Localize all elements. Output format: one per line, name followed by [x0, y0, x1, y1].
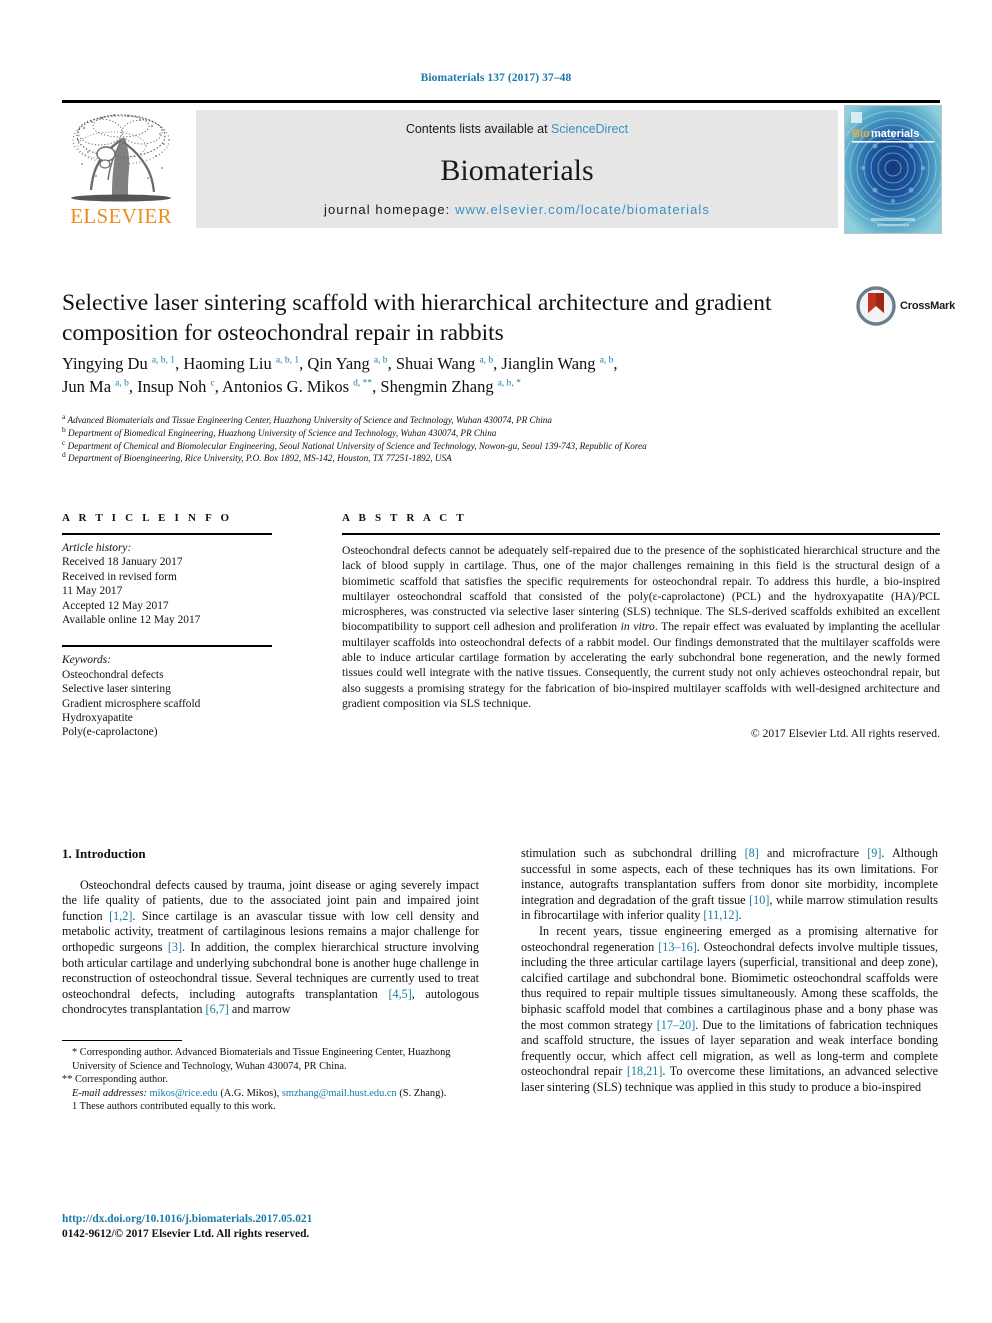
affiliation-item: b Department of Biomedical Engineering, … [62, 424, 922, 440]
doi-block: http://dx.doi.org/10.1016/j.biomaterials… [62, 1212, 312, 1242]
contents-prefix: Contents lists available at [405, 122, 552, 136]
crossmark-badge[interactable]: CrossMark [856, 286, 955, 330]
footnotes-block: * Corresponding author. Advanced Biomate… [62, 1046, 479, 1114]
abstract-column: A B S T R A C T Osteochondral defects ca… [342, 512, 940, 740]
affiliation-marker: c [62, 437, 66, 447]
journal-homepage-link[interactable]: www.elsevier.com/locate/biomaterials [455, 202, 710, 217]
page-title: Selective laser sintering scaffold with … [62, 290, 772, 346]
keyword-item: Gradient microsphere scaffold [62, 697, 201, 710]
affiliation-item: d Department of Bioengineering, Rice Uni… [62, 450, 922, 465]
author-line-2: Jun Ma a, b, Insup Noh c, Antonios G. Mi… [62, 377, 521, 396]
affiliation-text: Department of Chemical and Biomolecular … [67, 440, 647, 451]
doi-link[interactable]: http://dx.doi.org/10.1016/j.biomaterials… [62, 1212, 312, 1227]
affiliation-text: Advanced Biomaterials and Tissue Enginee… [67, 415, 552, 425]
running-head[interactable]: Biomaterials 137 (2017) 37–48 [0, 72, 992, 84]
abstract-text: Osteochondral defects cannot be adequate… [342, 544, 940, 710]
copyright-line: © 2017 Elsevier Ltd. All rights reserved… [750, 727, 940, 741]
journal-masthead: ELSEVIER Contents lists available at Sci… [62, 100, 942, 234]
intro-paragraph-right-1: stimulation such as subchondral drilling… [521, 846, 938, 923]
masthead-top-rule [62, 100, 940, 103]
keyword-item: Osteochondral defects [62, 668, 164, 681]
article-info-heading: A R T I C L E I N F O [62, 512, 233, 524]
homepage-prefix: journal homepage: [323, 202, 456, 217]
article-history-label: Article history: [62, 542, 132, 554]
keyword-item: Selective laser sintering [62, 683, 171, 696]
affiliation-item: c Department of Chemical and Biomolecula… [62, 437, 922, 453]
intro-paragraph-right-2: In recent years, tissue engineering emer… [521, 923, 939, 1094]
history-item: Available online 12 May 2017 [62, 614, 201, 627]
elsevier-wordmark: ELSEVIER [70, 204, 172, 228]
crossmark-icon [856, 286, 896, 326]
section-heading-introduction: 1. Introduction [62, 846, 146, 861]
issn-copyright-line: 0142-9612/© 2017 Elsevier Ltd. All right… [62, 1228, 310, 1240]
footnote-rule [62, 1039, 182, 1041]
elsevier-logo: ELSEVIER [62, 108, 180, 232]
footnote-corresponding-2: ** Corresponding author. [62, 1074, 168, 1086]
journal-cover-thumbnail[interactable]: Bio materials [844, 105, 942, 234]
footnote-corresponding-1: * Corresponding author. Advanced Biomate… [72, 1046, 451, 1072]
author-line-1: Yingying Du a, b, 1, Haoming Liu a, b, 1… [62, 354, 618, 373]
affiliation-text: Department of Biomedical Engineering, Hu… [68, 427, 497, 438]
journal-title: Biomaterials [440, 154, 594, 187]
keyword-item: Hydroxyapatite [62, 712, 133, 725]
email-link-mikos[interactable]: mikos@rice.edu [150, 1088, 218, 1099]
affiliation-item: a Advanced Biomaterials and Tissue Engin… [62, 411, 922, 427]
contents-box: Contents lists available at ScienceDirec… [196, 110, 838, 228]
email-owner-mikos: (A.G. Mikos), [220, 1087, 280, 1099]
affiliation-marker: d [62, 450, 66, 460]
abstract-heading: A B S T R A C T [342, 512, 467, 524]
article-info-column: A R T I C L E I N F O Article history: R… [62, 512, 272, 740]
intro-paragraph-left: Osteochondral defects caused by trauma, … [62, 877, 479, 1017]
crossmark-label: CrossMark [900, 300, 956, 312]
keywords-label: Keywords: [62, 654, 111, 667]
elsevier-tree-icon [71, 114, 171, 202]
affiliation-marker: b [62, 424, 66, 434]
affiliation-marker: a [62, 411, 66, 421]
email-owner-zhang: (S. Zhang). [399, 1087, 447, 1099]
cover-title-bio: Bio [852, 128, 870, 140]
history-item: 11 May 2017 [62, 585, 123, 598]
keyword-item: Poly(e-caprolactone) [62, 726, 158, 739]
cover-title-materials: materials [871, 128, 919, 140]
email-link-zhang[interactable]: smzhang@mail.hust.edu.cn [282, 1088, 397, 1099]
footnote-emails: E-mail addresses: mikos@rice.edu (A.G. M… [62, 1087, 479, 1101]
body-right-column: stimulation such as subchondral drilling… [521, 846, 938, 1096]
journal-homepage-line: journal homepage: www.elsevier.com/locat… [196, 202, 838, 217]
footnote-equal-contribution: 1 These authors contributed equally to t… [72, 1101, 276, 1113]
sciencedirect-link[interactable]: ScienceDirect [551, 122, 628, 136]
author-list: Yingying Du a, b, 1, Haoming Liu a, b, 1… [62, 352, 862, 398]
affiliation-text: Department of Bioengineering, Rice Unive… [68, 453, 452, 464]
body-left-column: 1. Introduction Osteochondral defects ca… [62, 846, 479, 1114]
article-history-block: Article history: Received 18 January 201… [62, 535, 272, 627]
keywords-block: Keywords: Osteochondral defects Selectiv… [62, 647, 272, 739]
affiliation-list: a Advanced Biomaterials and Tissue Engin… [62, 411, 922, 465]
history-item: Received in revised form [62, 570, 177, 583]
history-item: Received 18 January 2017 [62, 556, 183, 569]
history-item: Accepted 12 May 2017 [62, 599, 169, 612]
cover-artwork: Bio materials [845, 106, 941, 233]
article-page: Biomaterials 137 (2017) 37–48 ELSEVIER C… [0, 0, 992, 1323]
email-addresses-label: E-mail addresses: [72, 1087, 147, 1099]
contents-available-line: Contents lists available at ScienceDirec… [196, 122, 838, 136]
